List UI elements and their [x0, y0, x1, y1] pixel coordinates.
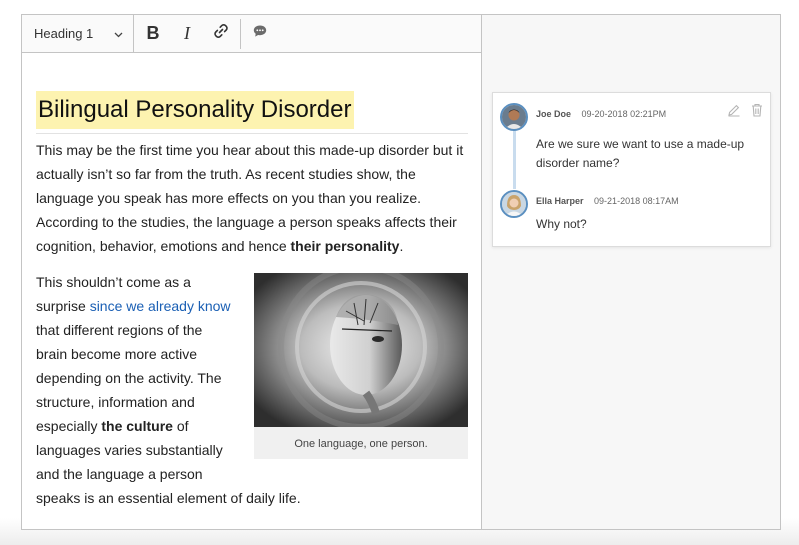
comment-author: Joe Doe	[536, 109, 572, 119]
comment-icon	[252, 23, 268, 44]
image-figure[interactable]: One language, one person.	[254, 273, 468, 459]
document-title[interactable]: Bilingual Personality Disorder	[36, 91, 355, 129]
comment-actions	[727, 103, 763, 122]
inline-link[interactable]: since we already know	[90, 298, 231, 314]
comment-text: Why not?	[536, 217, 587, 231]
comment-header: Joe Doe 09-20-2018 02:21PM	[536, 109, 666, 119]
pencil-icon[interactable]	[727, 103, 741, 122]
comment-header: Ella Harper 09-21-2018 08:17AM	[536, 196, 679, 206]
document-content[interactable]: Bilingual Personality Disorder This may …	[36, 91, 468, 522]
comment-text: Are we sure we want to use a made-up dis…	[536, 137, 745, 170]
comment-button[interactable]	[243, 19, 277, 49]
bold-text-culture: the culture	[101, 418, 173, 434]
comment-thread: Joe Doe 09-20-2018 02:21PM Are we sure w…	[492, 92, 771, 247]
toolbar-separator	[240, 18, 241, 49]
editor-pane: Heading 1 B I Bilingual Personality Diso…	[22, 15, 482, 529]
thread-line	[513, 125, 516, 189]
italic-button[interactable]: I	[170, 19, 204, 49]
link-icon	[212, 22, 230, 45]
heading-dropdown[interactable]: Heading 1	[22, 15, 134, 53]
paragraph-1[interactable]: This may be the first time you hear abou…	[36, 138, 468, 258]
comment-timestamp: 09-20-2018 02:21PM	[581, 109, 667, 119]
chevron-down-icon	[114, 26, 123, 41]
bold-button[interactable]: B	[136, 19, 170, 49]
heading-dropdown-label: Heading 1	[34, 26, 94, 41]
toolbar: Heading 1 B I	[22, 15, 481, 53]
trash-icon[interactable]	[751, 103, 763, 122]
paragraph-1-end: .	[399, 238, 404, 254]
bold-text: their personality	[290, 238, 400, 254]
avatar	[500, 103, 528, 131]
comment-timestamp: 09-21-2018 08:17AM	[594, 196, 679, 206]
editor-app: Heading 1 B I Bilingual Personality Diso…	[21, 14, 781, 530]
figure-caption: One language, one person.	[294, 438, 428, 450]
avatar	[500, 190, 528, 218]
heading-block: Bilingual Personality Disorder	[36, 91, 468, 134]
link-button[interactable]	[204, 19, 238, 49]
comment-author: Ella Harper	[536, 196, 584, 206]
brain-head-image	[254, 273, 468, 427]
